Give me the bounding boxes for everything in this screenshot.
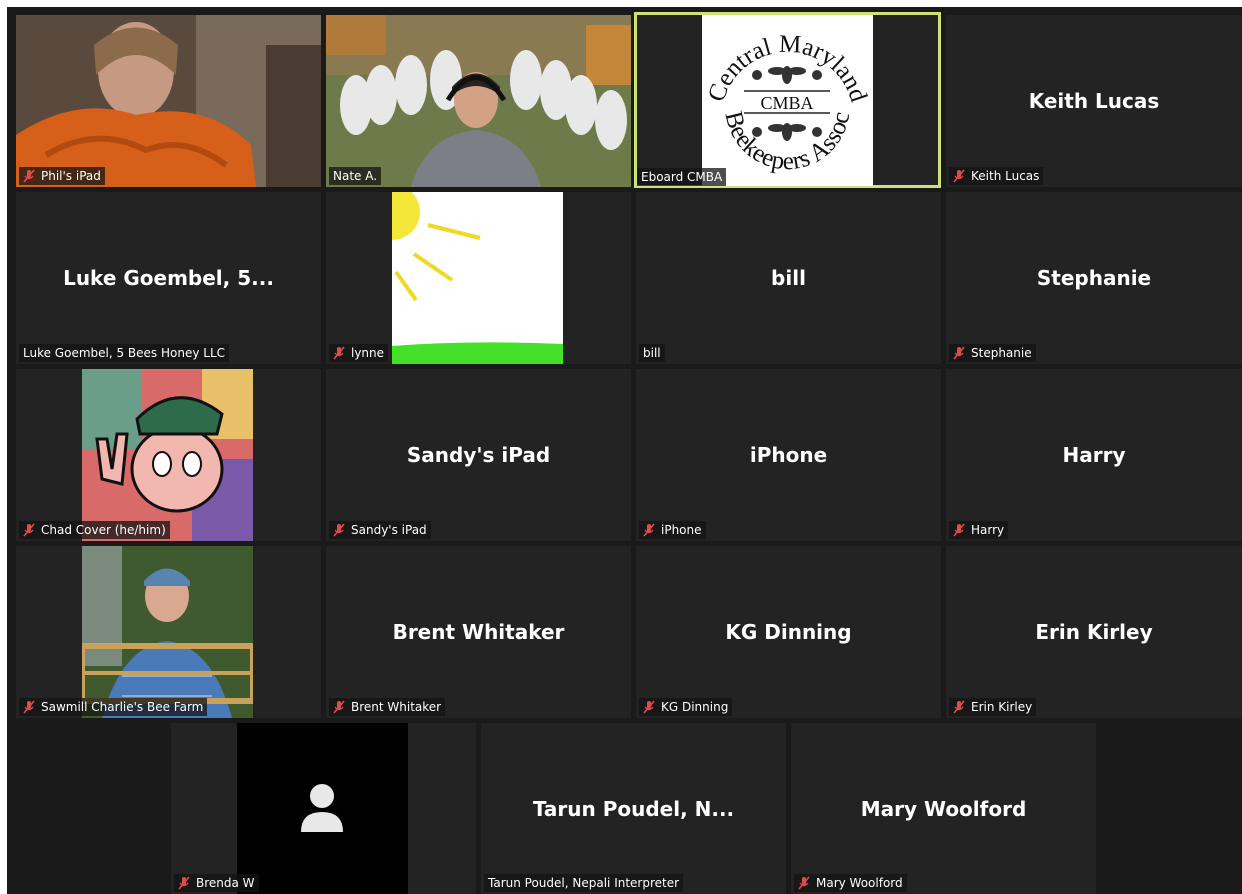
tile-iphone[interactable]: iPhone iPhone: [636, 369, 941, 541]
participant-name: Brent Whitaker: [351, 700, 442, 714]
tile-lynne[interactable]: lynne: [326, 192, 631, 364]
participant-label: Chad Cover (he/him): [19, 521, 170, 539]
participant-name: Erin Kirley: [971, 700, 1033, 714]
participant-display-name: Erin Kirley: [1035, 620, 1153, 644]
participant-label: Sandy's iPad: [329, 521, 431, 539]
cmba-logo: Central Maryland Beekeepers Assoc CMBA: [702, 15, 873, 186]
tile-phil[interactable]: Phil's iPad: [16, 15, 321, 187]
mic-muted-icon: [953, 700, 965, 714]
tile-keith-lucas[interactable]: Keith Lucas Keith Lucas: [946, 15, 1242, 187]
participant-label: KG Dinning: [639, 698, 733, 716]
participant-display-name: KG Dinning: [725, 620, 852, 644]
participant-label: Keith Lucas: [949, 167, 1044, 185]
video-gallery: Phil's iPad Nate A. Central Maryland Bee…: [7, 7, 1242, 894]
mic-muted-icon: [333, 346, 345, 360]
participant-name: Sawmill Charlie's Bee Farm: [41, 700, 204, 714]
tile-kg-dinning[interactable]: KG Dinning KG Dinning: [636, 546, 941, 718]
mic-muted-icon: [643, 523, 655, 537]
participant-label: Tarun Poudel, Nepali Interpreter: [484, 874, 684, 892]
participant-name: Eboard CMBA: [641, 170, 723, 184]
mic-muted-icon: [953, 169, 965, 183]
user-avatar-icon: [301, 784, 343, 832]
participant-display-name: bill: [771, 266, 806, 290]
participant-display-name: Sandy's iPad: [406, 443, 551, 467]
participant-label: Sawmill Charlie's Bee Farm: [19, 698, 208, 716]
participant-name: Brenda W: [196, 876, 255, 890]
video-feed-phil: [16, 15, 321, 187]
participant-label: Brent Whitaker: [329, 698, 446, 716]
mic-muted-icon: [798, 876, 810, 890]
mic-muted-icon: [333, 523, 345, 537]
video-off-area: [237, 723, 408, 894]
tile-eboard-active-speaker[interactable]: Central Maryland Beekeepers Assoc CMBA E…: [634, 12, 941, 188]
tile-sawmill-charlie[interactable]: Sawmill Charlie's Bee Farm: [16, 546, 321, 718]
participant-name: Chad Cover (he/him): [41, 523, 166, 537]
participant-display-name: Stephanie: [1036, 266, 1152, 290]
participant-display-name: Mary Woolford: [860, 796, 1027, 821]
participant-display-name: iPhone: [749, 443, 828, 467]
participant-name: bill: [643, 346, 661, 360]
tile-mary-woolford[interactable]: Mary Woolford Mary Woolford: [791, 723, 1096, 894]
mic-muted-icon: [178, 876, 190, 890]
mic-muted-icon: [643, 700, 655, 714]
participant-label: Stephanie: [949, 344, 1036, 362]
participant-display-name: Keith Lucas: [1028, 89, 1160, 113]
sun-drawing-image: [392, 192, 563, 364]
participant-label: lynne: [329, 344, 389, 362]
participant-name: Mary Woolford: [816, 876, 903, 890]
participant-name: Keith Lucas: [971, 169, 1040, 183]
participant-label: Luke Goembel, 5 Bees Honey LLC: [19, 344, 230, 362]
logo-center-text: CMBA: [760, 93, 813, 113]
participant-name: Harry: [971, 523, 1005, 537]
participant-label: Mary Woolford: [794, 874, 907, 892]
tile-brenda-w[interactable]: Brenda W: [171, 723, 476, 894]
tile-harry[interactable]: Harry Harry: [946, 369, 1242, 541]
tile-sandys-ipad[interactable]: Sandy's iPad Sandy's iPad: [326, 369, 631, 541]
participant-label: Eboard CMBA: [637, 168, 727, 186]
mic-muted-icon: [953, 523, 965, 537]
participant-label: Nate A.: [329, 167, 382, 185]
tile-erin-kirley[interactable]: Erin Kirley Erin Kirley: [946, 546, 1242, 718]
participant-name: iPhone: [661, 523, 702, 537]
participant-name: Stephanie: [971, 346, 1032, 360]
participant-label: iPhone: [639, 521, 706, 539]
participant-display-name: Luke Goembel, 5...: [63, 266, 274, 290]
mic-muted-icon: [23, 169, 35, 183]
tile-stephanie[interactable]: Stephanie Stephanie: [946, 192, 1242, 364]
tile-nate[interactable]: Nate A.: [326, 15, 631, 187]
participant-name: Luke Goembel, 5 Bees Honey LLC: [23, 346, 226, 360]
beekeeper-photo: [82, 546, 253, 718]
participant-name: lynne: [351, 346, 385, 360]
cartoon-avatar-image: [82, 369, 253, 541]
mic-muted-icon: [953, 346, 965, 360]
tile-luke-goembel[interactable]: Luke Goembel, 5... Luke Goembel, 5 Bees …: [16, 192, 321, 364]
participant-name: Tarun Poudel, Nepali Interpreter: [488, 876, 680, 890]
participant-label: Erin Kirley: [949, 698, 1037, 716]
tile-tarun-poudel[interactable]: Tarun Poudel, N... Tarun Poudel, Nepali …: [481, 723, 786, 894]
tile-bill[interactable]: bill bill: [636, 192, 941, 364]
participant-label: Brenda W: [174, 874, 259, 892]
video-feed-nate: [326, 15, 631, 187]
mic-muted-icon: [333, 700, 345, 714]
participant-display-name: Brent Whitaker: [392, 620, 565, 644]
participant-name: KG Dinning: [661, 700, 729, 714]
participant-label: bill: [639, 344, 665, 362]
mic-muted-icon: [23, 523, 35, 537]
participant-label: Phil's iPad: [19, 167, 105, 185]
tile-brent-whitaker[interactable]: Brent Whitaker Brent Whitaker: [326, 546, 631, 718]
participant-name: Phil's iPad: [41, 169, 101, 183]
participant-display-name: Harry: [1062, 443, 1126, 467]
participant-display-name: Tarun Poudel, N...: [532, 796, 735, 821]
mic-muted-icon: [23, 700, 35, 714]
participant-name: Nate A.: [333, 169, 378, 183]
tile-chad-cover[interactable]: Chad Cover (he/him): [16, 369, 321, 541]
participant-name: Sandy's iPad: [351, 523, 427, 537]
participant-label: Harry: [949, 521, 1009, 539]
